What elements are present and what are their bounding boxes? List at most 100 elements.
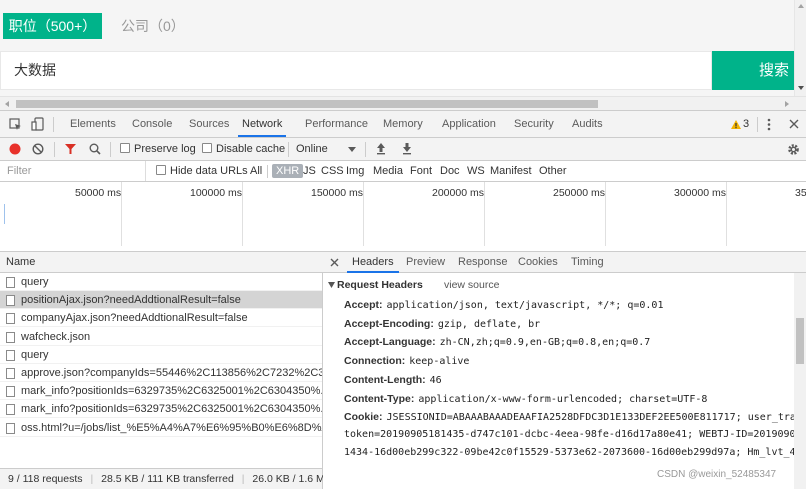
request-name: mark_info?positionIds=6329735%2C6325001%… — [21, 403, 322, 416]
view-source-link[interactable]: view source — [444, 277, 499, 293]
record-icon[interactable] — [9, 143, 21, 155]
settings-gear-icon[interactable] — [787, 143, 800, 156]
request-row[interactable]: oss.html?u=/jobs/list_%E5%A4%A7%E6%95%B0… — [0, 419, 322, 437]
divider — [110, 142, 111, 157]
tab-sources[interactable]: Sources — [189, 111, 229, 137]
header-value: application/json, text/javascript, */*; … — [386, 300, 664, 311]
header-value: gzip, deflate, br — [437, 318, 541, 330]
devtools-tab-bar: Elements Console Sources Network Perform… — [0, 111, 806, 138]
request-name: wafcheck.json — [21, 330, 91, 343]
search-input[interactable]: 大数据 — [0, 51, 712, 90]
detail-vertical-scrollbar[interactable] — [794, 273, 806, 489]
tab-positions[interactable]: 职位（500+） — [3, 13, 102, 39]
timeline-gridline — [605, 182, 606, 246]
scroll-left-arrow-icon[interactable] — [4, 100, 10, 108]
warning-count[interactable]: 3 — [743, 111, 749, 137]
type-filter-media[interactable]: Media — [373, 161, 403, 181]
tab-preview[interactable]: Preview — [406, 252, 445, 273]
divider — [267, 165, 268, 178]
request-row[interactable]: query — [0, 273, 322, 291]
close-devtools-icon[interactable] — [789, 119, 799, 129]
request-row[interactable]: mark_info?positionIds=6329735%2C6325001%… — [0, 382, 322, 401]
request-headers-title[interactable]: Request Headers — [337, 277, 423, 293]
more-options-icon[interactable] — [767, 118, 771, 131]
type-filter-img[interactable]: Img — [346, 161, 364, 181]
header-line: Accept: application/json, text/javascript… — [344, 296, 663, 315]
request-detail-panel: Headers Preview Response Cookies Timing … — [323, 252, 806, 489]
warning-icon[interactable] — [730, 119, 742, 130]
header-line: Content-Length: 46 — [344, 371, 442, 390]
transferred-size: 28.5 KB / 111 KB transferred — [101, 473, 234, 485]
tab-audits[interactable]: Audits — [572, 111, 603, 137]
header-value: keep-alive — [409, 356, 470, 368]
type-filter-manifest[interactable]: Manifest — [490, 161, 532, 181]
hide-data-urls-checkbox[interactable] — [156, 165, 166, 175]
clear-icon[interactable] — [32, 143, 44, 155]
preserve-log-checkbox[interactable] — [120, 143, 130, 153]
disable-cache-label: Disable cache — [216, 143, 286, 155]
type-filter-xhr[interactable]: XHR — [272, 161, 304, 181]
preserve-log-option[interactable]: Preserve log — [120, 139, 196, 159]
tab-performance[interactable]: Performance — [305, 111, 368, 137]
filter-icon[interactable] — [64, 143, 77, 155]
device-toolbar-icon[interactable] — [31, 117, 44, 132]
page-horizontal-scrollbar[interactable] — [0, 96, 806, 110]
close-detail-icon[interactable] — [330, 258, 339, 267]
filter-input[interactable]: Filter — [0, 161, 146, 181]
hide-data-urls-option[interactable]: Hide data URLs — [156, 161, 248, 181]
header-value: JSESSIONID=ABAAABAAADEAAFIA2528DFDC3D1E1… — [386, 412, 806, 424]
tab-companies[interactable]: 公司（0） — [121, 13, 185, 39]
scroll-right-arrow-icon[interactable] — [784, 100, 790, 108]
disable-cache-checkbox[interactable] — [202, 143, 212, 153]
header-line: Accept-Language: zh-CN,zh;q=0.9,en-GB;q=0… — [344, 333, 650, 352]
inspect-element-icon[interactable] — [9, 118, 22, 131]
file-icon — [6, 368, 15, 379]
type-filter-doc[interactable]: Doc — [440, 161, 460, 181]
export-har-icon[interactable] — [402, 142, 412, 155]
overview-timeline[interactable]: 50000 ms 100000 ms 150000 ms 200000 ms 2… — [0, 182, 806, 252]
horizontal-scroll-thumb[interactable] — [16, 100, 598, 108]
file-icon — [6, 386, 15, 398]
disable-cache-option[interactable]: Disable cache — [202, 139, 285, 159]
status-bar: 9 / 118 requests | 28.5 KB / 111 KB tran… — [0, 468, 332, 489]
timeline-label: 150000 ms — [311, 187, 363, 199]
cookie-continuation-2: 1434-16d00eb299c322-09be42c0f15529-5373e… — [344, 447, 806, 458]
type-filter-all[interactable]: All — [250, 161, 262, 181]
tab-timing[interactable]: Timing — [571, 252, 604, 273]
request-row[interactable]: mark_info?positionIds=6329735%2C6325001%… — [0, 400, 322, 419]
search-icon[interactable] — [89, 143, 101, 155]
tab-memory[interactable]: Memory — [383, 111, 423, 137]
tab-elements[interactable]: Elements — [70, 111, 116, 137]
timeline-activity-mark — [4, 204, 5, 224]
collapse-triangle-icon[interactable] — [328, 282, 335, 288]
file-icon — [6, 404, 15, 416]
scroll-down-arrow-icon[interactable] — [797, 85, 805, 91]
request-row[interactable]: companyAjax.json?needAddtionalResult=fal… — [0, 309, 322, 328]
type-filter-other[interactable]: Other — [539, 161, 567, 181]
search-button[interactable]: 搜索 — [712, 51, 794, 90]
tab-cookies[interactable]: Cookies — [518, 252, 558, 273]
tab-network[interactable]: Network — [238, 111, 287, 137]
detail-tab-bar: Headers Preview Response Cookies Timing — [323, 252, 806, 273]
file-icon — [6, 422, 15, 434]
type-filter-ws[interactable]: WS — [467, 161, 485, 181]
throttle-select[interactable]: Online — [296, 139, 328, 159]
request-row[interactable]: positionAjax.json?needAddtionalResult=fa… — [0, 291, 322, 310]
tab-console[interactable]: Console — [132, 111, 172, 137]
request-row[interactable]: query — [0, 346, 322, 364]
import-har-icon[interactable] — [376, 142, 386, 155]
tab-security[interactable]: Security — [514, 111, 554, 137]
type-filter-css[interactable]: CSS — [321, 161, 344, 181]
tab-headers[interactable]: Headers — [347, 252, 399, 273]
chevron-down-icon[interactable] — [348, 147, 356, 152]
type-filter-font[interactable]: Font — [410, 161, 432, 181]
page-vertical-scrollbar[interactable] — [794, 0, 806, 96]
detail-scroll-thumb[interactable] — [796, 318, 804, 364]
tab-response[interactable]: Response — [458, 252, 508, 273]
type-filter-js[interactable]: JS — [303, 161, 316, 181]
scroll-up-arrow-icon[interactable] — [797, 3, 805, 9]
tab-application[interactable]: Application — [442, 111, 496, 137]
request-row[interactable]: wafcheck.json — [0, 328, 322, 346]
name-column-header[interactable]: Name — [0, 252, 323, 273]
request-row[interactable]: approve.json?companyIds=55446%2C113856%2… — [0, 364, 322, 382]
